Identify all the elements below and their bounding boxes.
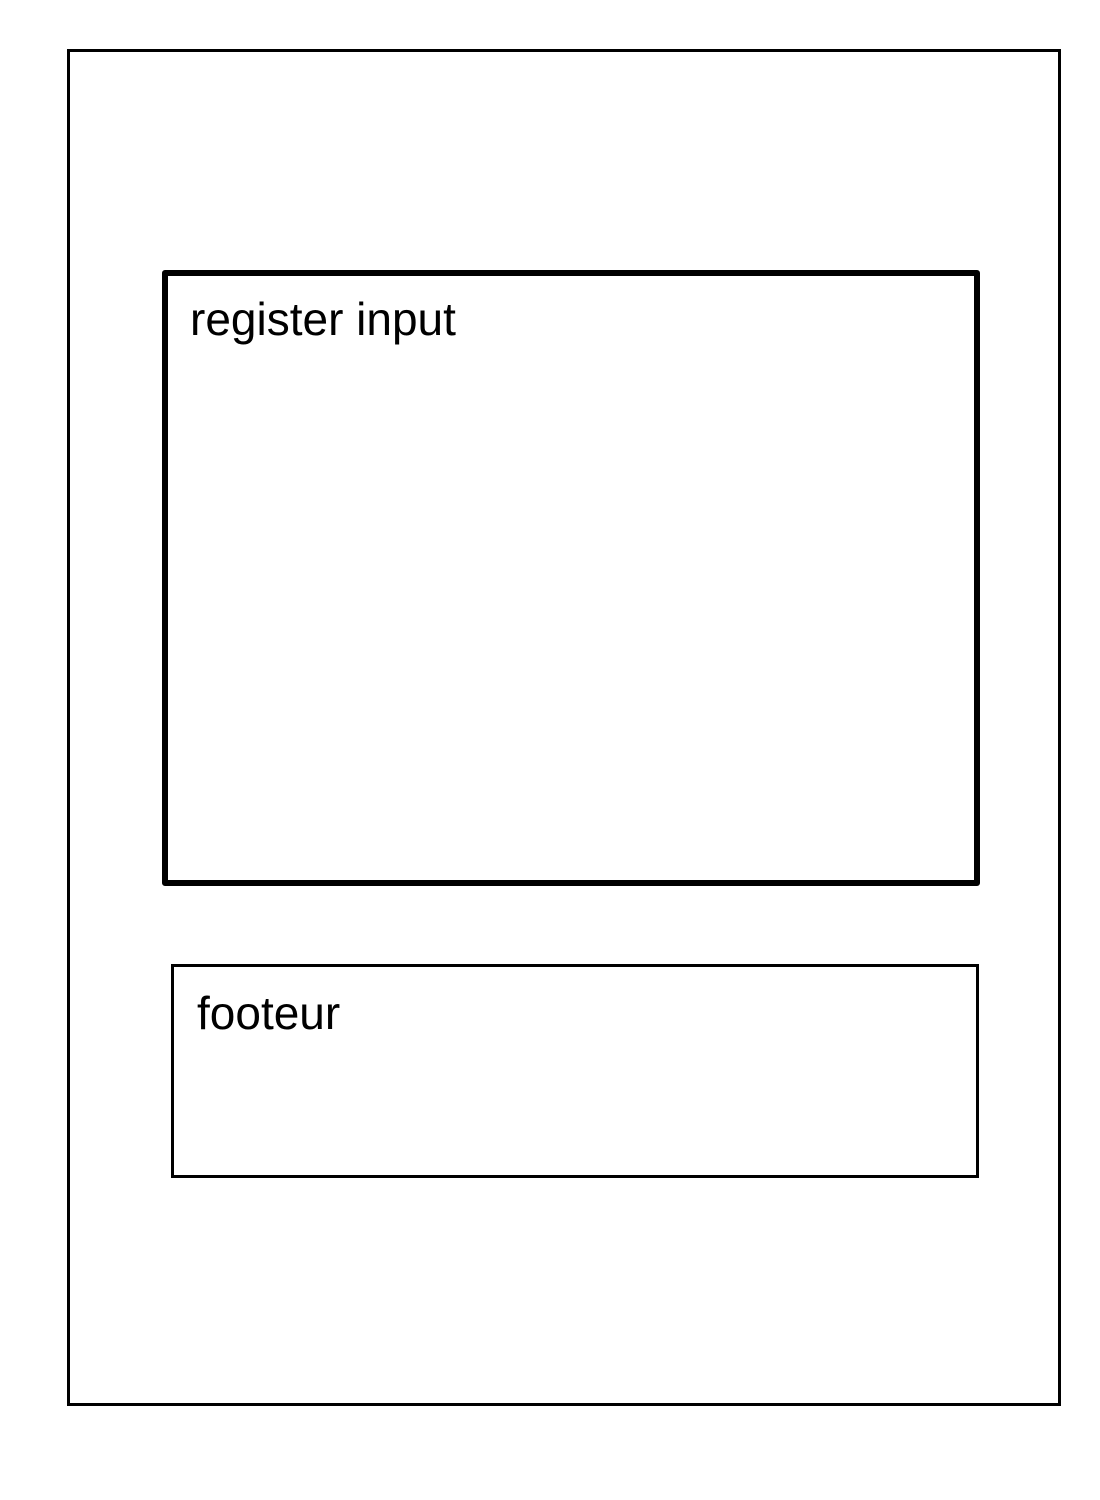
wireframe-canvas: register input footeur <box>0 0 1100 1500</box>
register-input-section: register input <box>162 270 980 886</box>
register-input-label: register input <box>190 293 456 345</box>
footer-section: footeur <box>171 964 979 1178</box>
footer-label: footeur <box>197 987 341 1039</box>
